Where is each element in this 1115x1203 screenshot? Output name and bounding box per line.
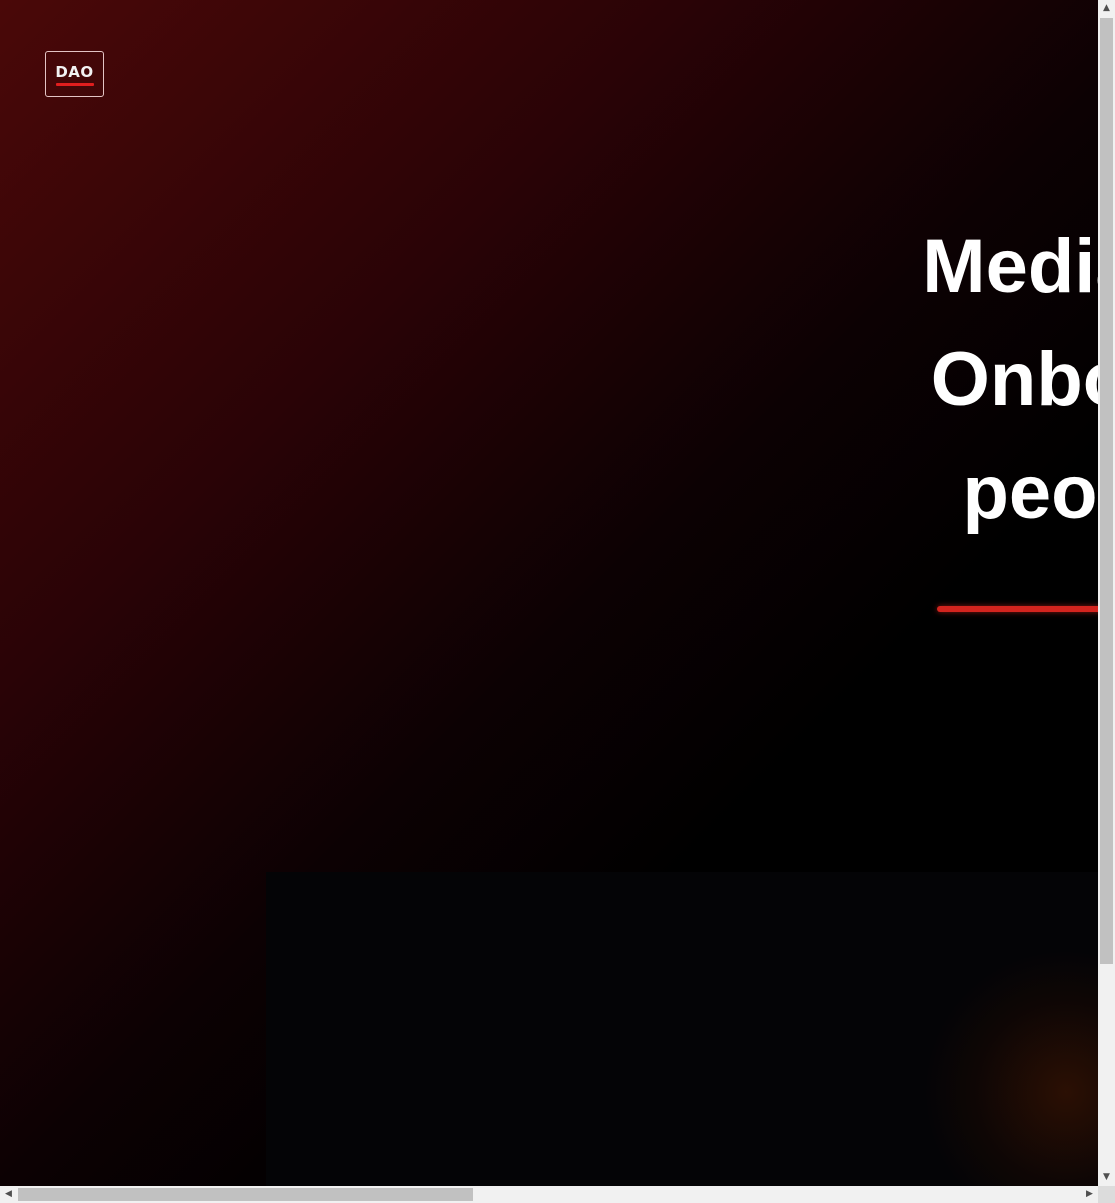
arrow-left-icon[interactable]: ◀	[0, 1186, 17, 1203]
vertical-scroll-thumb[interactable]	[1100, 18, 1113, 964]
hero-accent-divider	[937, 606, 1098, 612]
hero-title: Media Onbo peo	[0, 210, 1098, 549]
horizontal-scrollbar[interactable]: ◀ ▶	[0, 1186, 1098, 1203]
arrow-right-icon[interactable]: ▶	[1081, 1186, 1098, 1203]
arrow-down-icon[interactable]: ▼	[1098, 1169, 1115, 1186]
scrollbar-corner	[1098, 1186, 1115, 1203]
logo-underline	[55, 82, 94, 86]
hero-media-panel	[266, 872, 1098, 1186]
page-viewport: DAO Media Onbo peo	[0, 0, 1098, 1186]
logo-text: DAO	[55, 62, 94, 81]
hero-line-2: Onbo	[930, 337, 1098, 422]
hero-line-1: Media	[922, 224, 1098, 309]
vertical-scrollbar[interactable]: ▲ ▼	[1098, 0, 1115, 1186]
horizontal-scroll-thumb[interactable]	[18, 1188, 473, 1201]
logo[interactable]: DAO	[45, 51, 104, 97]
hero-line-3: peo	[962, 450, 1098, 535]
media-glow	[926, 952, 1098, 1186]
arrow-up-icon[interactable]: ▲	[1098, 0, 1115, 17]
